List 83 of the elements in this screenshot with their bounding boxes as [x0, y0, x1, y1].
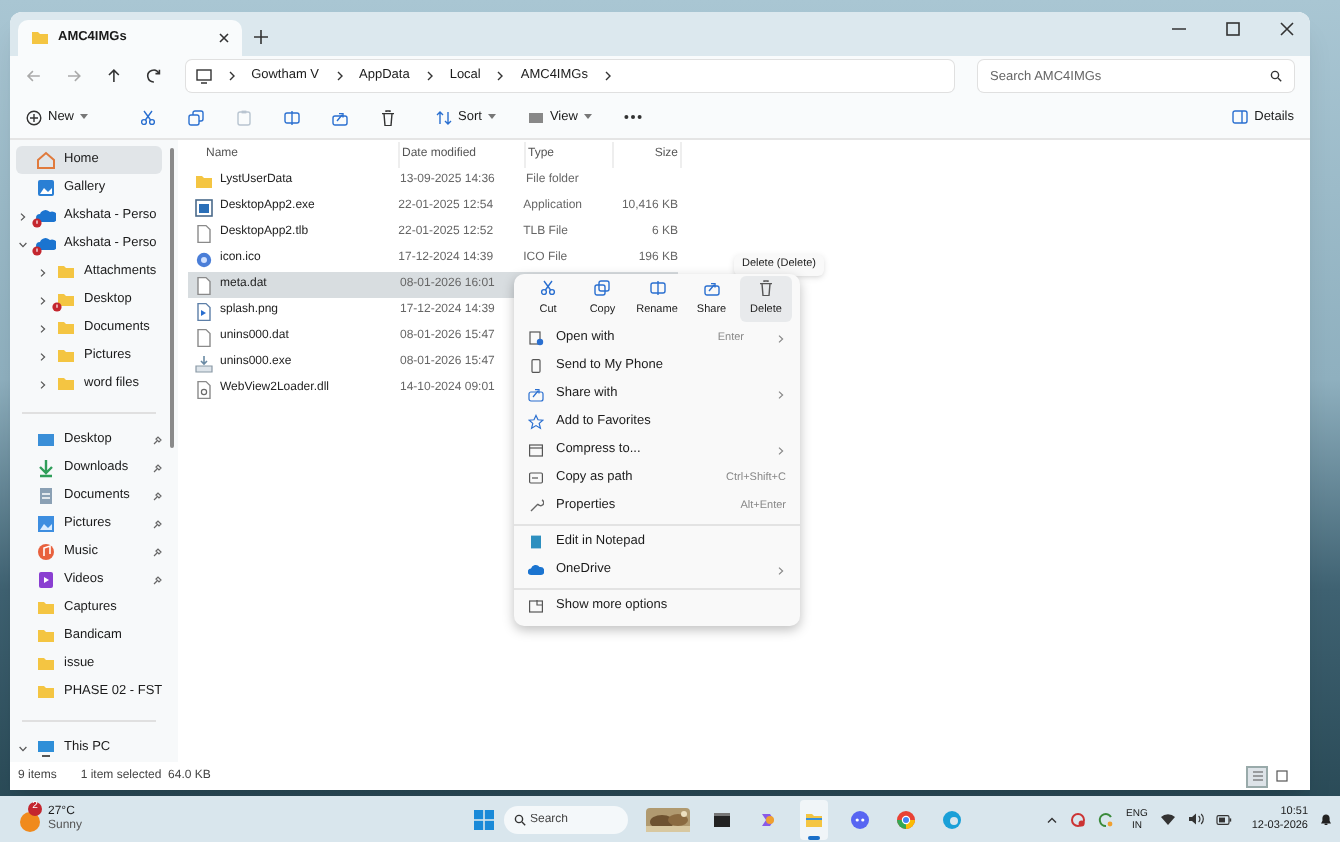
chevron-right-icon [496, 70, 505, 82]
monitor-icon [195, 68, 212, 84]
chevron-down-icon[interactable] [18, 239, 28, 249]
music-note-icon [36, 542, 56, 562]
chevron-up-icon[interactable] [1046, 815, 1059, 823]
maximize-icon[interactable] [1226, 22, 1240, 36]
copy-icon[interactable] [188, 109, 205, 125]
terminal-icon [712, 809, 732, 829]
more-icon[interactable] [623, 114, 642, 120]
active-indicator [808, 836, 820, 839]
rename-icon [649, 279, 665, 296]
installer-icon [194, 353, 214, 373]
scissors-icon[interactable] [140, 109, 157, 125]
chevron-right-icon[interactable] [603, 70, 612, 82]
chevron-right-icon [335, 70, 344, 82]
sync-icon[interactable] [1098, 811, 1115, 827]
speaker-icon[interactable] [1187, 812, 1204, 826]
window-icon [194, 197, 214, 217]
archive-icon [528, 442, 544, 458]
scrollbar-thumb[interactable] [170, 148, 174, 448]
download-icon [36, 458, 56, 478]
plus-circle-icon [26, 109, 42, 125]
folder-icon [194, 171, 214, 191]
film-icon [36, 570, 56, 590]
share-icon [528, 386, 544, 402]
file-icon [194, 275, 214, 295]
monitor-icon [36, 738, 56, 758]
list-icon [1249, 768, 1265, 784]
refresh-icon[interactable] [145, 68, 162, 84]
phone-icon [528, 358, 544, 374]
caret-icon [583, 114, 592, 120]
square-icon [1273, 768, 1289, 784]
cloud-icon [528, 562, 544, 578]
details-pane-icon [1232, 110, 1249, 124]
monitor-icon [36, 430, 56, 450]
browser-icon [942, 809, 962, 829]
image-icon [36, 514, 56, 534]
image-icon [36, 178, 56, 198]
wifi-icon[interactable] [1159, 812, 1176, 826]
browser-icon [896, 809, 916, 829]
open-with-icon [528, 330, 544, 346]
gear-file-icon [194, 379, 214, 399]
folder-icon [30, 28, 50, 48]
document-icon [36, 486, 56, 506]
chevron-right-icon [227, 70, 236, 82]
chevron-down-icon[interactable] [18, 743, 28, 753]
folder-icon [804, 809, 824, 829]
chat-bubble-icon [850, 809, 870, 829]
up-arrow-icon[interactable] [105, 68, 122, 84]
trash-icon [758, 279, 774, 296]
minimize-icon[interactable] [1172, 22, 1186, 36]
path-icon [528, 470, 544, 486]
sun-icon [18, 807, 42, 831]
rename-icon[interactable] [284, 109, 301, 125]
trash-icon[interactable] [380, 109, 397, 125]
close-icon[interactable] [1280, 22, 1294, 36]
share-icon [703, 279, 720, 296]
start-icon[interactable] [474, 809, 494, 829]
file-icon [194, 327, 214, 347]
file-icon [194, 223, 214, 243]
chevron-right-icon [425, 70, 434, 82]
star-icon [528, 414, 544, 430]
copilot-icon [758, 809, 778, 829]
notepad-icon [528, 534, 544, 550]
folder-taskbar-button[interactable] [800, 799, 828, 839]
close-icon[interactable] [218, 32, 230, 44]
battery-icon[interactable] [1215, 813, 1232, 825]
antivirus-icon[interactable] [1070, 811, 1087, 827]
share-icon[interactable] [332, 109, 349, 125]
copy-icon [594, 279, 611, 296]
bell-icon[interactable] [1320, 812, 1332, 826]
house-icon [36, 150, 56, 170]
search-icon [514, 813, 526, 825]
sort-icon [436, 109, 453, 125]
caret-icon [487, 114, 496, 120]
scissors-icon [540, 279, 556, 296]
tiles-view-button[interactable] [1272, 767, 1290, 785]
caret-icon [80, 114, 89, 120]
expand-icon [528, 598, 544, 614]
plus-icon[interactable] [254, 30, 268, 44]
image-file-icon [194, 301, 214, 321]
globe-icon [194, 249, 214, 269]
search-icon [1270, 70, 1283, 82]
